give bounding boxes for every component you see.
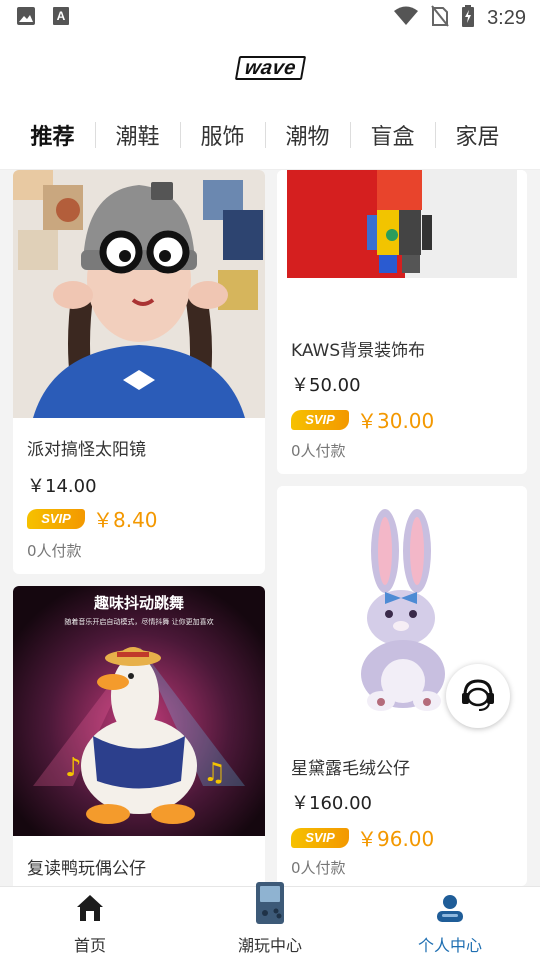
nav-home[interactable]: 首页 — [0, 887, 180, 960]
product-price: ￥14.00 — [27, 476, 97, 497]
tab-sneakers[interactable]: 潮鞋 — [95, 119, 180, 151]
svip-badge: SVIP — [27, 508, 85, 529]
product-card[interactable]: 派对搞怪太阳镜 ￥14.00 SVIP ￥8.40 0人付款 — [13, 170, 265, 574]
product-card[interactable]: KAWS背景装饰布 ￥50.00 SVIP ￥30.00 0人付款 — [277, 170, 527, 474]
wifi-icon — [393, 6, 419, 30]
product-price: ￥160.00 — [291, 793, 372, 814]
user-icon — [434, 892, 466, 928]
nav-play-center[interactable]: 潮玩中心 — [180, 882, 360, 960]
svg-text:A: A — [57, 9, 66, 23]
tab-blind-box[interactable]: 盲盒 — [350, 119, 435, 151]
no-sim-icon — [431, 5, 449, 31]
status-time: 3:29 — [487, 6, 526, 29]
headset-icon — [459, 675, 497, 717]
product-card[interactable]: ♪ ♫ 趣味抖动跳舞 随着音乐开启自动模式，尽情抖舞 让你更加喜欢 复读鸭玩偶公… — [13, 586, 265, 886]
svip-badge: SVIP — [291, 827, 349, 848]
tab-trendy-items[interactable]: 潮物 — [265, 119, 350, 151]
status-bar: A 3:29 — [0, 0, 540, 36]
product-image — [277, 170, 527, 318]
svip-price: ￥96.00 — [357, 827, 435, 851]
tab-recommend[interactable]: 推荐 — [10, 119, 95, 151]
svip-price: ￥30.00 — [357, 409, 435, 433]
product-image — [13, 170, 265, 418]
svip-row: SVIP ￥8.40 — [27, 504, 158, 533]
app-logo: wave — [234, 56, 306, 80]
home-icon — [74, 892, 106, 928]
image-subline: 随着音乐开启自动模式，尽情抖舞 让你更加喜欢 — [64, 617, 213, 626]
sales-count: 0人付款 — [27, 542, 82, 560]
svip-row: SVIP ￥96.00 — [291, 823, 434, 852]
svg-text:♪: ♪ — [65, 753, 82, 783]
svip-row: SVIP ￥30.00 — [291, 405, 434, 434]
gameboy-icon — [255, 881, 285, 929]
product-feed[interactable]: 派对搞怪太阳镜 ￥14.00 SVIP ￥8.40 0人付款 KAWS背景装饰布… — [0, 170, 540, 886]
product-title: 星黛露毛绒公仔 — [291, 759, 410, 779]
product-title: 派对搞怪太阳镜 — [27, 440, 146, 460]
sales-count: 0人付款 — [291, 859, 346, 877]
product-image: ♪ ♫ 趣味抖动跳舞 随着音乐开启自动模式，尽情抖舞 让你更加喜欢 — [13, 586, 265, 836]
svip-price: ￥8.40 — [93, 508, 158, 532]
image-headline: 趣味抖动跳舞 — [93, 594, 184, 612]
nav-label: 潮玩中心 — [237, 936, 302, 955]
battery-charging-icon — [461, 5, 475, 31]
product-title: 复读鸭玩偶公仔 — [27, 859, 146, 879]
image-icon — [16, 6, 36, 30]
product-title: KAWS背景装饰布 — [291, 341, 426, 361]
tab-home[interactable]: 家居 — [435, 119, 520, 151]
nav-label: 首页 — [73, 936, 106, 955]
svip-badge: SVIP — [291, 409, 349, 430]
tab-apparel[interactable]: 服饰 — [180, 119, 265, 151]
app-header: wave — [0, 36, 540, 100]
product-price: ￥50.00 — [291, 375, 361, 396]
sales-count: 0人付款 — [291, 442, 346, 460]
customer-service-button[interactable] — [446, 664, 510, 728]
nav-profile[interactable]: 个人中心 — [360, 887, 540, 960]
svg-text:♫: ♫ — [203, 758, 226, 788]
nav-label: 个人中心 — [417, 936, 482, 955]
category-tabs: 推荐 潮鞋 服饰 潮物 盲盒 家居 — [0, 100, 540, 170]
font-a-icon: A — [52, 6, 70, 30]
bottom-nav: 首页 潮玩中心 个人中心 — [0, 882, 540, 960]
